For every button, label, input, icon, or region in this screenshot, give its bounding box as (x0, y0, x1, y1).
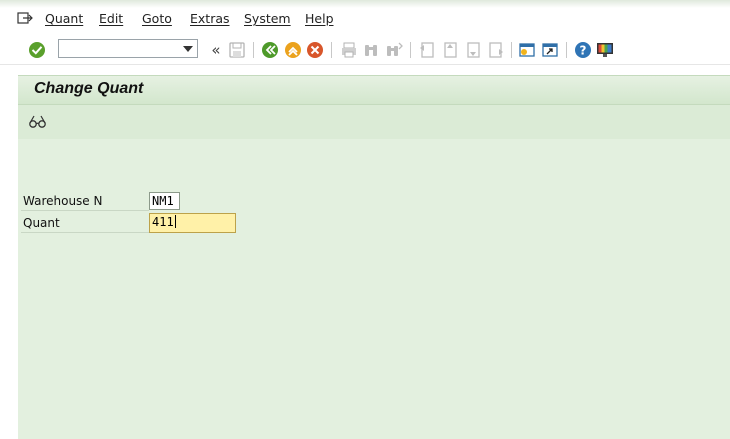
chevron-down-icon[interactable] (183, 46, 193, 52)
divider (21, 232, 149, 233)
first-page-icon[interactable] (417, 40, 437, 60)
menu-quant[interactable]: Quant (45, 11, 83, 26)
menu-edit[interactable]: Edit (99, 11, 123, 26)
quant-label: Quant (23, 216, 60, 230)
customize-layout-icon[interactable] (595, 40, 615, 60)
find-icon[interactable] (361, 40, 381, 60)
separator (331, 42, 332, 58)
quant-field[interactable]: 411 (149, 213, 236, 233)
separator (511, 42, 512, 58)
page-title: Change Quant (34, 80, 144, 97)
save-icon[interactable] (227, 40, 247, 60)
exit-icon[interactable] (283, 40, 303, 60)
divider (21, 210, 149, 211)
svg-text:?: ? (580, 44, 587, 58)
warehouse-label: Warehouse N (23, 194, 103, 208)
back-icon[interactable] (260, 40, 280, 60)
system-menu-icon[interactable] (17, 11, 33, 25)
warehouse-number-field[interactable]: NM1 (149, 192, 180, 210)
help-icon[interactable]: ? (573, 40, 593, 60)
command-field[interactable] (58, 39, 198, 58)
standard-toolbar: « ? (0, 36, 730, 65)
separator (410, 42, 411, 58)
menu-help[interactable]: Help (305, 11, 334, 26)
menu-extras[interactable]: Extras (190, 11, 230, 26)
separator (253, 42, 254, 58)
create-session-icon[interactable] (517, 40, 537, 60)
separator (566, 42, 567, 58)
enter-icon[interactable] (27, 40, 47, 60)
print-icon[interactable] (339, 40, 359, 60)
create-shortcut-icon[interactable] (540, 40, 560, 60)
quant-value: 411 (152, 215, 174, 229)
content-area: Warehouse N NM1 Quant 411 (18, 139, 730, 439)
application-toolbar (18, 104, 730, 140)
collapse-arrow-icon[interactable]: « (206, 40, 226, 60)
find-next-icon[interactable] (384, 40, 404, 60)
menu-bar: Quant Edit Goto Extras System Help (0, 0, 730, 37)
previous-page-icon[interactable] (440, 40, 460, 60)
cancel-icon[interactable] (305, 40, 325, 60)
display-change-glasses-icon[interactable] (28, 114, 48, 130)
menu-goto[interactable]: Goto (142, 11, 172, 26)
text-caret (174, 215, 176, 228)
next-page-icon[interactable] (463, 40, 483, 60)
title-bar: Change Quant (18, 75, 730, 105)
last-page-icon[interactable] (485, 40, 505, 60)
menu-system[interactable]: System (244, 11, 291, 26)
warehouse-number-value: NM1 (152, 194, 174, 208)
